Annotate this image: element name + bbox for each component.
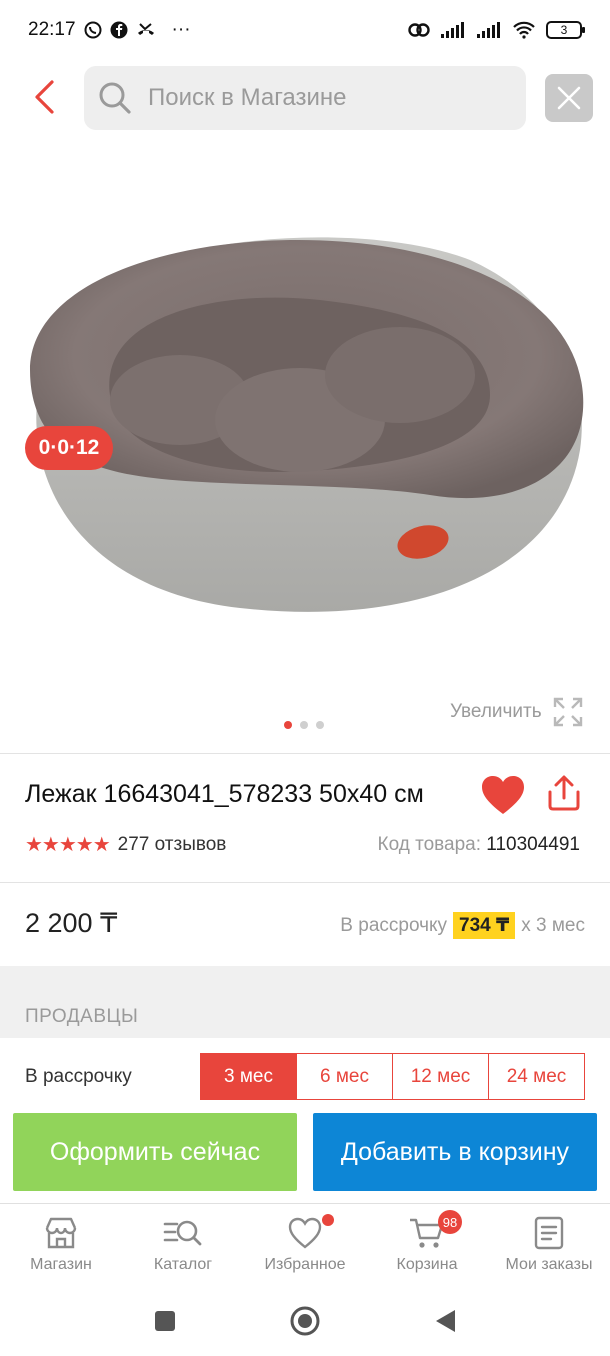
close-button[interactable] bbox=[545, 74, 593, 122]
status-more: ··· bbox=[171, 19, 191, 40]
rating-row[interactable]: ★★★★★ 277 отзывов bbox=[25, 832, 226, 857]
buy-now-button[interactable]: Оформить сейчас bbox=[13, 1113, 297, 1191]
recent-apps-icon[interactable] bbox=[153, 1309, 177, 1338]
sku: Код товара: 110304491 bbox=[378, 834, 580, 856]
add-to-cart-button[interactable]: Добавить в корзину bbox=[313, 1113, 597, 1191]
product-title: Лежак 16643041_578233 50x40 см bbox=[25, 780, 424, 808]
nav-label: Мои заказы bbox=[505, 1256, 593, 1273]
missed-call-icon bbox=[136, 22, 156, 38]
status-time: 22:17 bbox=[28, 19, 76, 40]
header: Поиск в Магазине bbox=[0, 64, 610, 132]
nav-item-orders[interactable]: Мои заказы bbox=[488, 1204, 610, 1289]
image-pagination bbox=[284, 721, 324, 729]
price: 2 200 ₸ bbox=[25, 908, 118, 938]
status-bar: 22:17 ··· 3 bbox=[0, 0, 610, 60]
back-nav-icon[interactable] bbox=[433, 1308, 457, 1339]
signal-2-icon bbox=[476, 21, 502, 39]
nav-label: Магазин bbox=[30, 1256, 92, 1273]
zoom-button[interactable]: Увеличить bbox=[450, 696, 584, 728]
heart-icon bbox=[482, 776, 524, 814]
installment-tab-12[interactable]: 12 мес bbox=[393, 1054, 489, 1099]
close-icon bbox=[557, 86, 581, 110]
link-icon bbox=[408, 22, 430, 38]
nav-label: Избранное bbox=[264, 1256, 346, 1273]
share-button[interactable] bbox=[546, 774, 586, 816]
installment-tab-6[interactable]: 6 мес bbox=[297, 1054, 393, 1099]
rating-stars: ★★★★★ bbox=[25, 834, 111, 856]
divider bbox=[0, 882, 610, 883]
installment-info: В рассрочку 734 ₸ x 3 мес bbox=[340, 912, 585, 939]
bottom-nav: Магазин Каталог Избранное 98 Корзина Мои… bbox=[0, 1203, 610, 1289]
expand-icon bbox=[553, 697, 582, 727]
catalog-search-icon bbox=[163, 1220, 202, 1246]
divider bbox=[0, 753, 610, 754]
orders-icon bbox=[534, 1216, 564, 1250]
nav-label: Каталог bbox=[153, 1256, 213, 1273]
installment-tab-3[interactable]: 3 мес bbox=[201, 1054, 297, 1099]
nav-item-catalog[interactable]: Каталог bbox=[122, 1204, 244, 1289]
cart-badge: 98 bbox=[438, 1210, 462, 1234]
installment-tabs: 3 мес 6 мес 12 мес 24 мес bbox=[200, 1053, 585, 1100]
back-button[interactable] bbox=[24, 76, 64, 118]
heart-outline-icon bbox=[288, 1217, 322, 1249]
battery-icon: 3 bbox=[546, 21, 585, 39]
zoom-label: Увеличить bbox=[450, 701, 542, 722]
store-icon bbox=[45, 1217, 77, 1249]
signal-icon bbox=[440, 21, 466, 39]
home-icon[interactable] bbox=[289, 1305, 321, 1342]
wifi-icon bbox=[512, 21, 536, 39]
share-icon bbox=[548, 775, 580, 811]
search-placeholder: Поиск в Магазине bbox=[148, 84, 347, 111]
installment-label: В рассрочку bbox=[25, 1066, 132, 1087]
sellers-title: ПРОДАВЦЫ bbox=[25, 1006, 139, 1027]
nav-label: Корзина bbox=[396, 1256, 458, 1273]
whatsapp-icon bbox=[84, 21, 102, 39]
favorites-notification-dot bbox=[322, 1214, 334, 1226]
sku-value: 110304491 bbox=[486, 834, 580, 855]
search-icon bbox=[99, 82, 131, 114]
timer-badge: 0·0·12 bbox=[25, 426, 113, 470]
favorite-button[interactable] bbox=[480, 774, 526, 816]
nav-item-cart[interactable]: 98 Корзина bbox=[366, 1204, 488, 1289]
installment-amount: 734 ₸ bbox=[453, 912, 516, 939]
nav-item-favorites[interactable]: Избранное bbox=[244, 1204, 366, 1289]
sellers-section-header: ПРОДАВЦЫ bbox=[0, 966, 610, 1038]
installment-tab-24[interactable]: 24 мес bbox=[489, 1054, 584, 1099]
pagination-dot[interactable] bbox=[300, 721, 308, 729]
facebook-icon bbox=[110, 21, 128, 39]
installment-prefix: В рассрочку bbox=[340, 914, 448, 936]
search-input[interactable]: Поиск в Магазине bbox=[84, 66, 526, 130]
pagination-dot[interactable] bbox=[316, 721, 324, 729]
installment-suffix: x 3 мес bbox=[521, 914, 585, 936]
pagination-dot[interactable] bbox=[284, 721, 292, 729]
chevron-left-icon bbox=[35, 80, 54, 114]
sku-label: Код товара: bbox=[377, 834, 482, 855]
nav-item-store[interactable]: Магазин bbox=[0, 1204, 122, 1289]
reviews-count: 277 отзывов bbox=[117, 833, 227, 855]
system-nav bbox=[0, 1290, 610, 1356]
